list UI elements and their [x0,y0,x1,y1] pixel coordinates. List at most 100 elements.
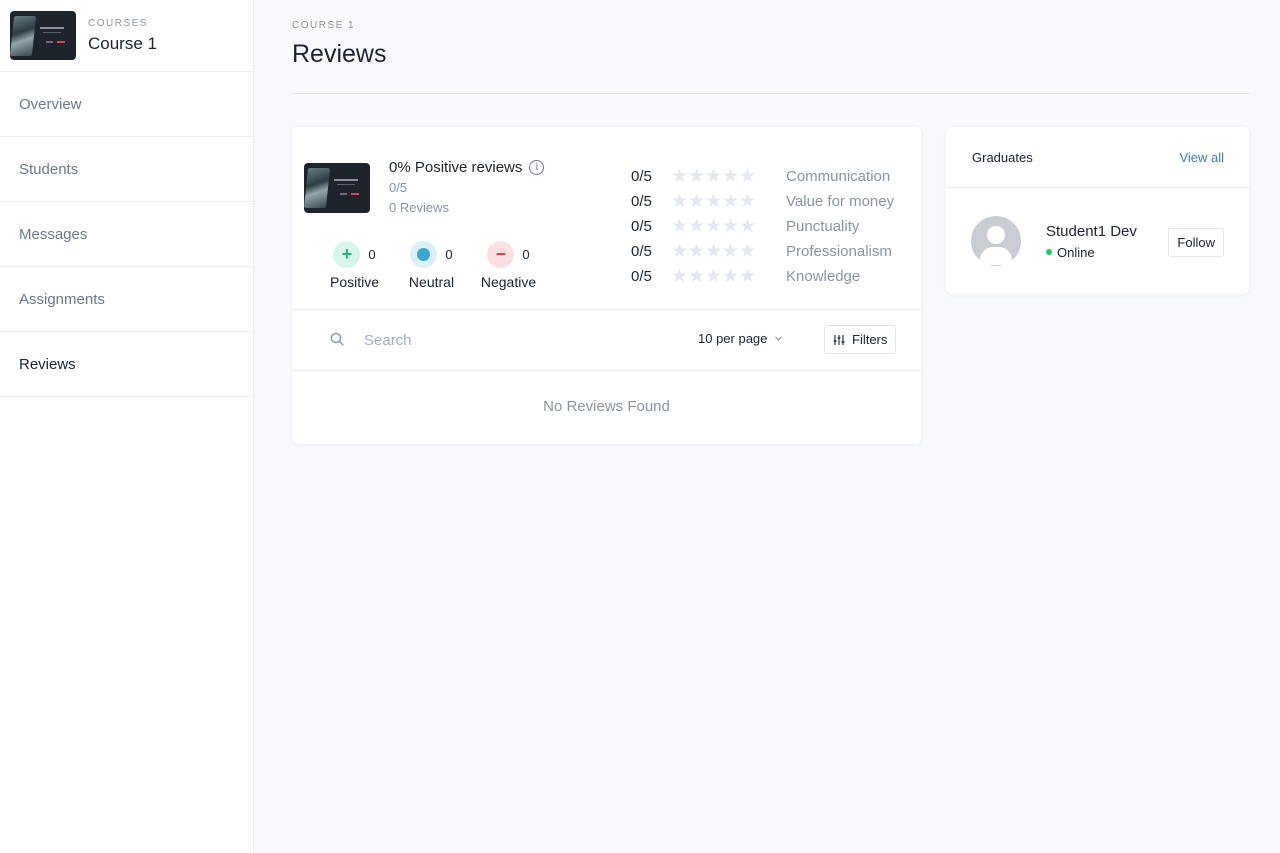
sidebar-item-overview[interactable]: Overview [0,72,253,137]
search-input[interactable] [364,327,564,353]
star-icon: ★ [688,166,706,187]
rating-row-punctuality: 0/5 ★ ★ ★ ★ ★ Punctuality [631,214,894,239]
positive-label: Positive [329,274,380,290]
star-rating: ★ ★ ★ ★ ★ [671,267,786,286]
rating-score: 0/5 [631,193,652,210]
rating-score: 0/5 [631,268,652,285]
rating-label: Value for money [786,193,895,210]
star-icon: ★ [705,166,723,187]
sentiment-negative: − 0 Negative [470,241,547,290]
graduates-card: Graduates View all Student1 Dev Online F… [946,127,1249,294]
star-icon: ★ [705,241,723,262]
cards-row: 0% Positive reviews i 0/5 0 Reviews + 0 … [292,127,1250,444]
sidebar-item-students[interactable]: Students [0,137,253,202]
filters-label: Filters [852,332,888,347]
star-rating: ★ ★ ★ ★ ★ [671,242,786,261]
star-rating: ★ ★ ★ ★ ★ [671,217,786,236]
star-icon: ★ [722,166,740,187]
course-thumbnail [10,11,76,60]
course-header: COURSES Course 1 [0,0,253,72]
star-icon: ★ [739,241,757,262]
follow-button[interactable]: Follow [1168,228,1224,257]
negative-label: Negative [480,274,537,290]
avatar[interactable] [971,216,1021,266]
rating-row-professionalism: 0/5 ★ ★ ★ ★ ★ Professionalism [631,239,894,264]
reviews-toolbar: 10 per page [292,310,921,371]
status-badge: Online [1046,245,1137,260]
star-rating: ★ ★ ★ ★ ★ [671,167,786,186]
neutral-count: 0 [445,247,453,262]
per-page-label: 10 per page [698,331,768,346]
sidebar-item-assignments[interactable]: Assignments [0,267,253,332]
main-content: COURSE 1 Reviews 0% Positive reviews i 0… [254,0,1280,853]
rating-score: 0/5 [631,168,652,185]
positive-reviews-title: 0% Positive reviews i [389,159,545,176]
breadcrumb: COURSE 1 [292,20,356,31]
graduates-header: Graduates View all [946,127,1249,188]
sentiment-neutral: 0 Neutral [393,241,470,290]
rating-score: 0/5 [631,243,652,260]
student-info: Student1 Dev Online [1046,223,1137,260]
per-page-select[interactable]: 10 per page [698,331,783,346]
star-icon: ★ [671,266,689,287]
rating-score: 0/5 [631,218,652,235]
view-all-link[interactable]: View all [1179,150,1224,165]
status-text: Online [1057,244,1095,260]
info-circle-icon[interactable]: i [529,160,545,175]
star-icon: ★ [739,266,757,287]
course-kicker: COURSES [88,17,148,29]
sidebar-nav: Overview Students Messages Assignments R… [0,72,253,397]
sliders-icon [833,334,845,345]
reviews-summary: 0% Positive reviews i 0/5 0 Reviews + 0 … [292,127,921,310]
header-divider [292,93,1250,94]
chevron-down-icon [775,336,783,341]
rating-label: Punctuality [786,218,860,235]
star-icon: ★ [671,216,689,237]
sentiment-positive: + 0 Positive [316,241,393,290]
star-icon: ★ [688,241,706,262]
rating-label: Professionalism [786,243,892,260]
rating-row-communication: 0/5 ★ ★ ★ ★ ★ Communication [631,164,894,189]
star-icon: ★ [688,266,706,287]
star-rating: ★ ★ ★ ★ ★ [671,192,786,211]
star-icon: ★ [688,216,706,237]
rating-label: Communication [786,168,891,185]
star-icon: ★ [671,241,689,262]
minus-icon: − [487,241,515,268]
star-icon: ★ [688,191,706,212]
course-name: Course 1 [88,33,157,53]
reviews-card: 0% Positive reviews i 0/5 0 Reviews + 0 … [292,127,921,444]
star-icon: ★ [722,241,740,262]
dot-icon [410,241,438,268]
star-icon: ★ [739,191,757,212]
star-icon: ★ [722,216,740,237]
plus-icon: + [333,241,361,268]
star-icon: ★ [722,191,740,212]
star-icon: ★ [705,216,723,237]
page-title: Reviews [292,40,387,68]
star-icon: ★ [671,166,689,187]
graduates-title: Graduates [972,149,1033,165]
empty-state: No Reviews Found [543,398,670,415]
online-dot-icon [1046,249,1052,255]
negative-count: 0 [522,247,530,262]
positive-reviews-text: 0% Positive reviews [389,159,523,176]
category-ratings: 0/5 ★ ★ ★ ★ ★ Communication 0/5 ★ ★ ★ ★ ★ Value [631,164,894,289]
sidebar: COURSES Course 1 Overview Students Messa… [0,0,254,853]
student-name[interactable]: Student1 Dev [1046,223,1137,240]
neutral-label: Neutral [408,274,455,290]
star-icon: ★ [739,166,757,187]
review-count: 0 Reviews [389,200,449,215]
list-item: Student1 Dev Online Follow [946,188,1249,266]
star-icon: ★ [705,266,723,287]
star-icon: ★ [739,216,757,237]
star-icon: ★ [671,191,689,212]
sidebar-item-reviews[interactable]: Reviews [0,332,253,397]
rating-row-knowledge: 0/5 ★ ★ ★ ★ ★ Knowledge [631,264,894,289]
rating-label: Knowledge [786,268,861,285]
app-root: COURSES Course 1 Overview Students Messa… [0,0,1280,853]
filters-button[interactable]: Filters [824,325,897,354]
course-thumbnail-small [304,163,370,213]
sidebar-item-messages[interactable]: Messages [0,202,253,267]
overall-score: 0/5 [389,180,408,195]
